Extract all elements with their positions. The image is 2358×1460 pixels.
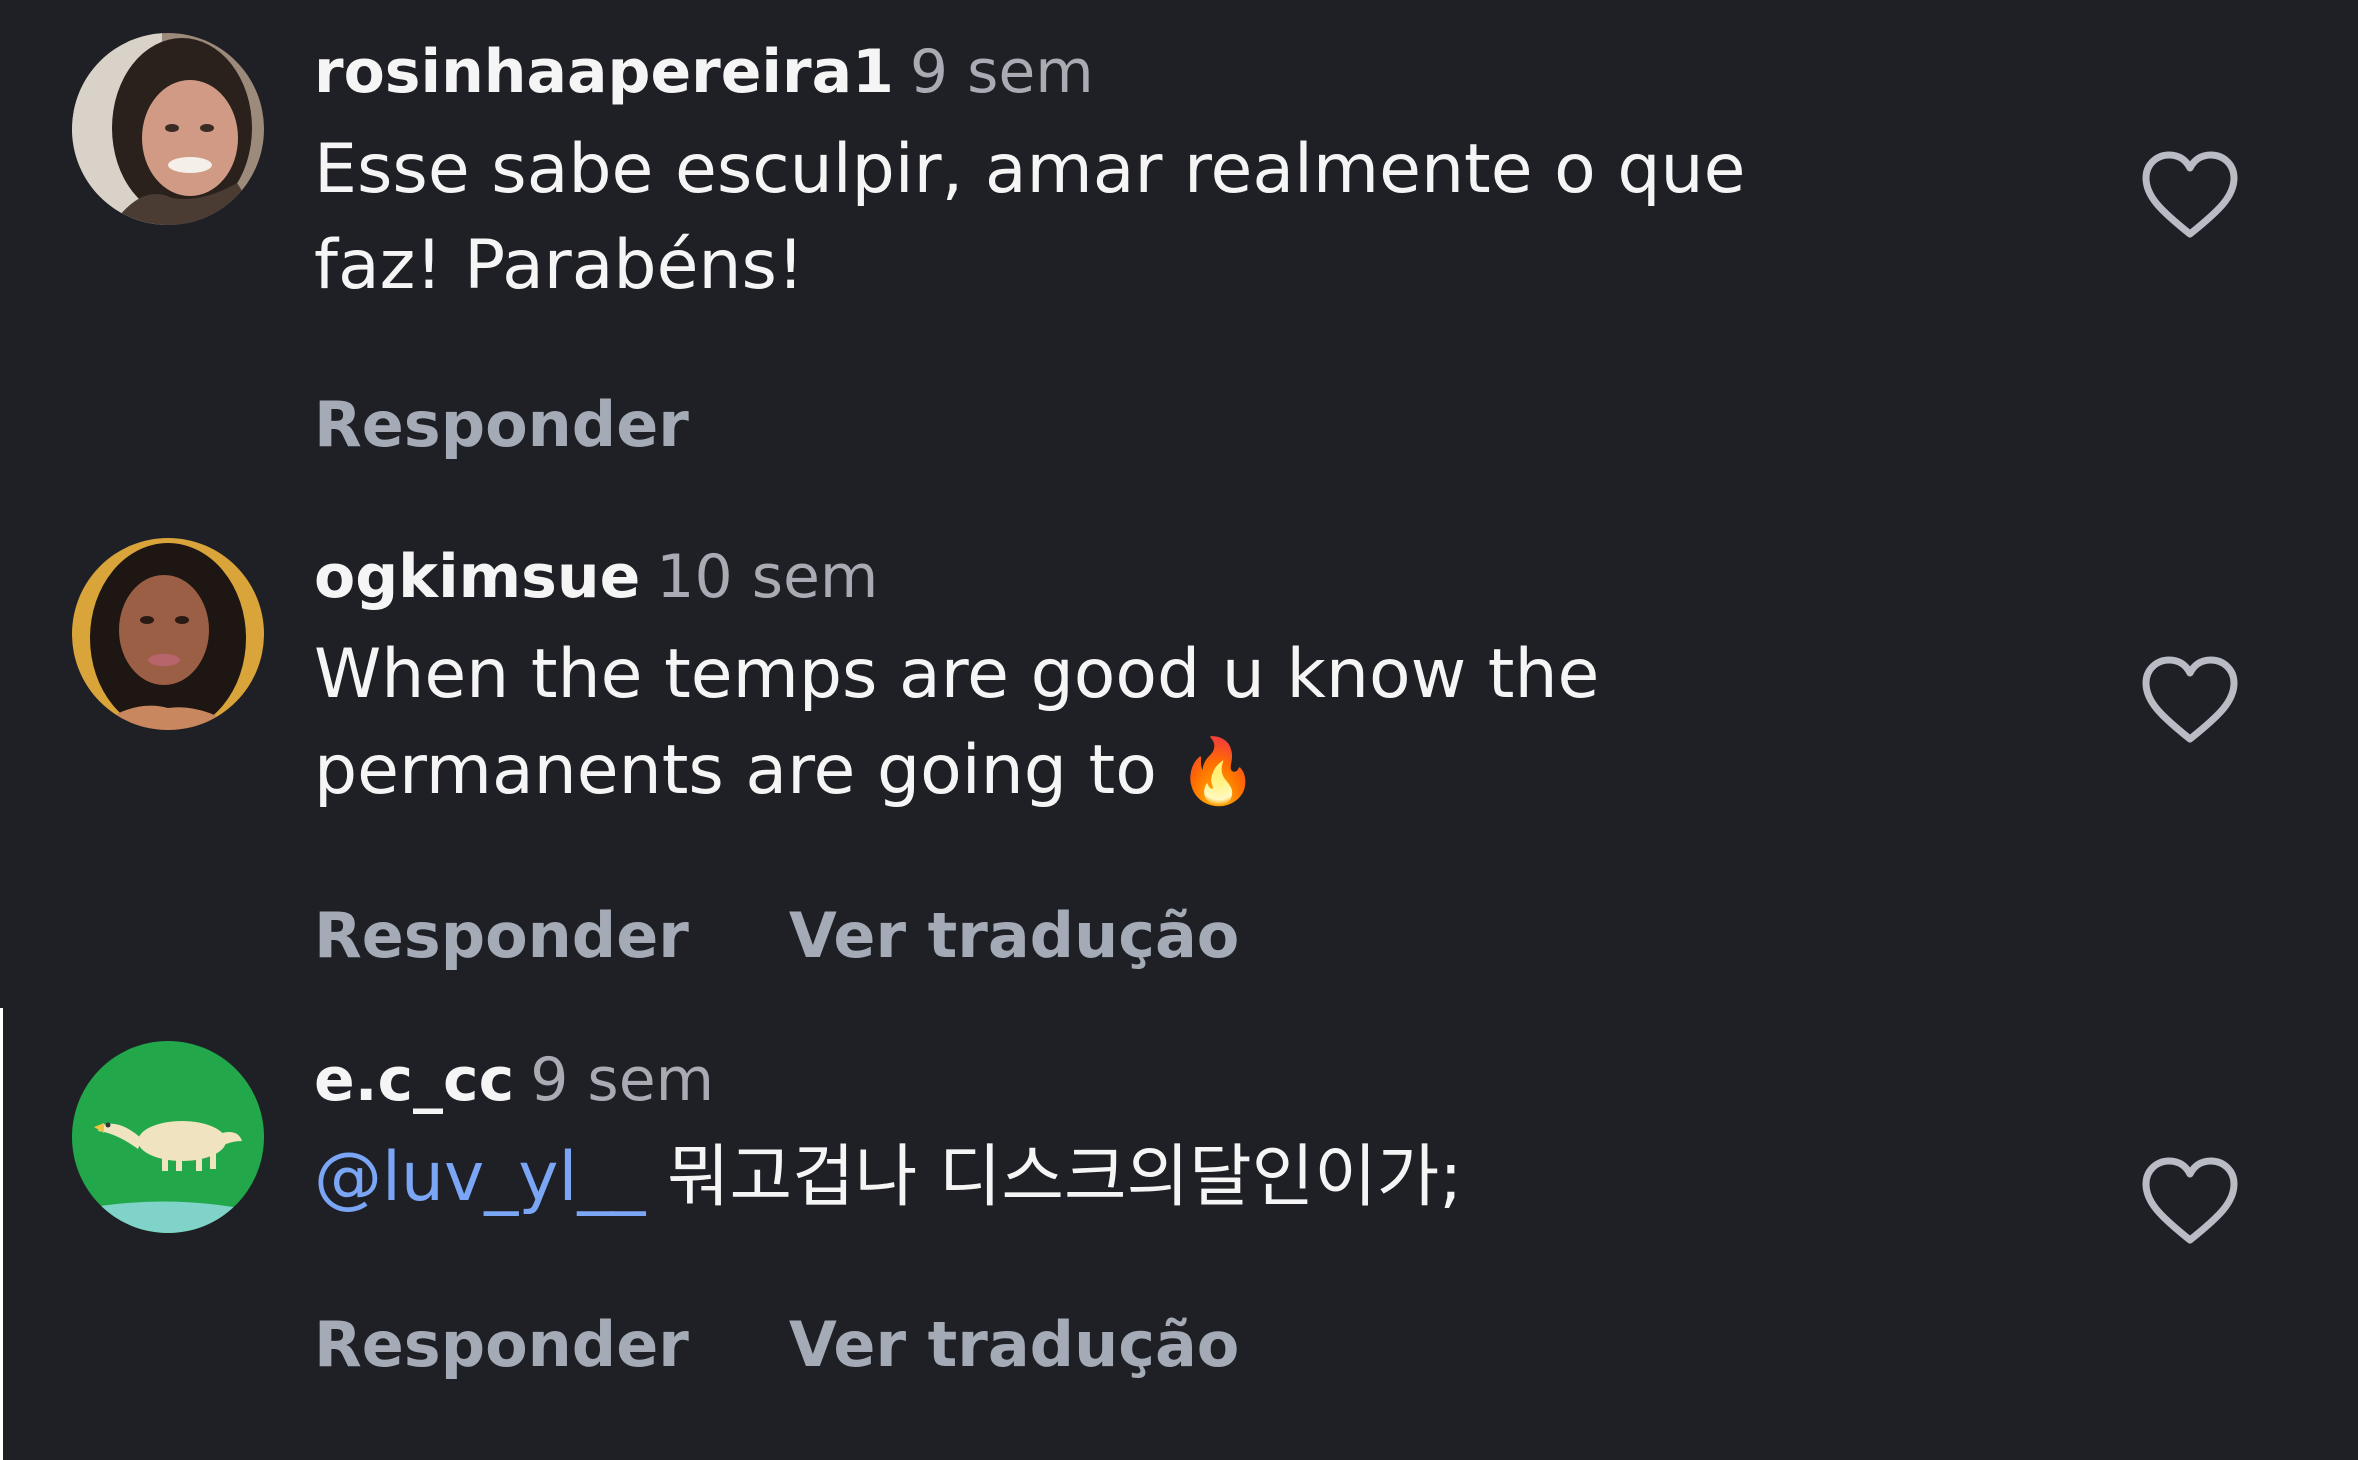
avatar-image xyxy=(72,538,264,730)
comment-text: Esse sabe esculpir, amar realmente o que… xyxy=(314,122,2014,314)
username[interactable]: e.c_cc xyxy=(314,1045,514,1115)
comment-text-line: Esse sabe esculpir, amar realmente o que xyxy=(314,130,1746,209)
mention-link[interactable]: @luv_yl__ xyxy=(314,1138,645,1217)
heart-outline-icon xyxy=(2142,1157,2238,1244)
comment-actions: Responder Ver tradução xyxy=(314,1300,1239,1390)
timestamp: 9 sem xyxy=(530,1045,715,1115)
like-button[interactable] xyxy=(2140,1156,2240,1246)
comment-actions: Responder xyxy=(314,380,689,470)
comment-text-fragment: permanents are going to xyxy=(314,731,1157,810)
comments-list: rosinhaapereira1 9 sem Esse sabe esculpir… xyxy=(0,0,2358,1460)
heart-outline-icon xyxy=(2142,151,2238,238)
comment-body: ogkimsue 10 sem When the temps are good u… xyxy=(314,535,2014,820)
like-button[interactable] xyxy=(2140,655,2240,745)
avatar[interactable] xyxy=(72,538,264,730)
comment-text-fragment: 뭐고겁나 디스크의달인이가; xyxy=(645,1138,1463,1217)
timestamp: 10 sem xyxy=(656,542,879,612)
avatar[interactable] xyxy=(72,1041,264,1233)
reply-button[interactable]: Responder xyxy=(314,1300,689,1390)
comment-text-line: When the temps are good u know the xyxy=(314,635,1600,714)
comment-item: ogkimsue 10 sem When the temps are good u… xyxy=(0,505,2358,1005)
comment-item: rosinhaapereira1 9 sem Esse sabe esculpir… xyxy=(0,0,2358,500)
comment-text-line: @luv_yl__ 뭐고겁나 디스크의달인이가; xyxy=(314,1130,2014,1226)
comment-actions: Responder Ver tradução xyxy=(314,891,1239,981)
reply-button[interactable]: Responder xyxy=(314,380,689,470)
comment-text-line: faz! Parabéns! xyxy=(314,226,805,305)
avatar[interactable] xyxy=(72,33,264,225)
comment-body: rosinhaapereira1 9 sem Esse sabe esculpir… xyxy=(314,30,2014,314)
timestamp: 9 sem xyxy=(909,37,1094,107)
heart-outline-icon xyxy=(2142,656,2238,743)
fire-emoji-icon: 🔥 xyxy=(1178,735,1259,809)
comment-text-line: permanents are going to 🔥 xyxy=(314,723,2014,820)
comment-meta: e.c_cc 9 sem xyxy=(314,1038,2014,1122)
username[interactable]: rosinhaapereira1 xyxy=(314,37,894,107)
comment-text: When the temps are good u know the perma… xyxy=(314,627,2014,820)
comment-text: @luv_yl__ 뭐고겁나 디스크의달인이가; xyxy=(314,1130,2014,1226)
see-translation-button[interactable]: Ver tradução xyxy=(789,891,1240,981)
avatar-image xyxy=(72,1041,264,1233)
comment-body: e.c_cc 9 sem @luv_yl__ 뭐고겁나 디스크의달인이가; xyxy=(314,1038,2014,1226)
comment-item: e.c_cc 9 sem @luv_yl__ 뭐고겁나 디스크의달인이가; Res… xyxy=(0,1008,2358,1460)
comment-meta: ogkimsue 10 sem xyxy=(314,535,2014,619)
reply-button[interactable]: Responder xyxy=(314,891,689,981)
screenshot-edge-divider xyxy=(0,1008,3,1460)
avatar-image xyxy=(72,33,264,225)
username[interactable]: ogkimsue xyxy=(314,542,640,612)
comment-meta: rosinhaapereira1 9 sem xyxy=(314,30,2014,114)
like-button[interactable] xyxy=(2140,150,2240,240)
see-translation-button[interactable]: Ver tradução xyxy=(789,1300,1240,1390)
